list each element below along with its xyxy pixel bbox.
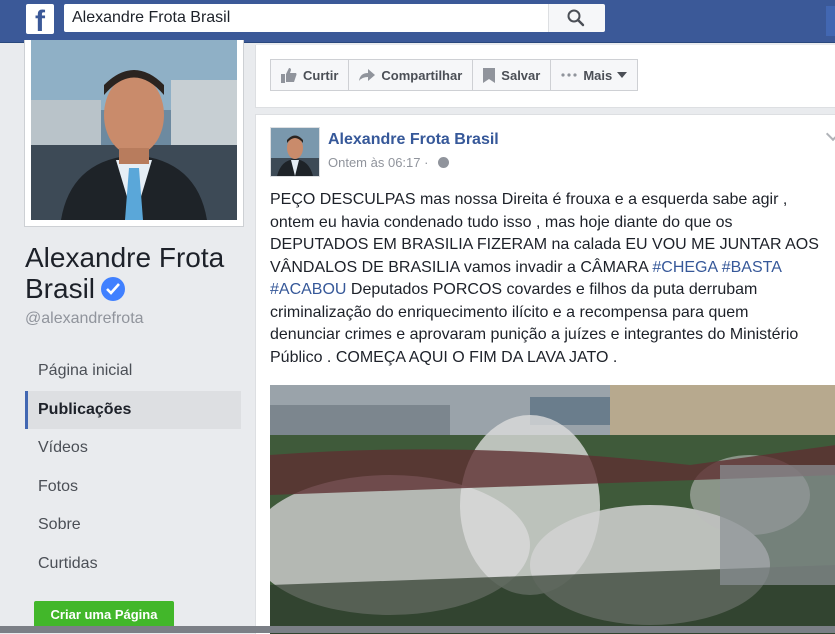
post-author-avatar[interactable] [270, 127, 320, 177]
hashtag-chega[interactable]: #CHEGA [652, 259, 717, 276]
nav-item-posts[interactable]: Publicações [25, 390, 241, 430]
more-button[interactable]: Mais [550, 59, 639, 91]
nav-item-about[interactable]: Sobre [25, 506, 241, 545]
profile-picture-frame [24, 40, 244, 227]
share-label: Compartilhar [381, 67, 463, 83]
hashtag-basta[interactable]: #BASTA [722, 259, 781, 276]
save-button[interactable]: Salvar [472, 59, 552, 91]
post-author-name[interactable]: Alexandre Frota Brasil [328, 131, 499, 149]
more-label: Mais [583, 67, 613, 83]
page-title: Alexandre Frota Brasil [25, 242, 225, 304]
search-field[interactable]: Alexandre Frota Brasil [64, 4, 548, 32]
facebook-logo-icon[interactable]: f [26, 4, 54, 34]
like-button[interactable]: Curtir [270, 59, 350, 91]
globe-icon[interactable] [438, 157, 450, 168]
profile-picture[interactable] [31, 40, 237, 220]
nav-item-photos[interactable]: Fotos [25, 468, 241, 507]
nav-item-videos[interactable]: Vídeos [25, 429, 241, 468]
search-input[interactable]: Alexandre Frota Brasil [72, 8, 230, 28]
post-timestamp[interactable]: Ontem às 06:17 [328, 155, 421, 170]
topbar-edge [826, 6, 835, 36]
post-meta: Ontem às 06:17 · [328, 155, 450, 170]
bookmark-icon [483, 67, 496, 83]
nav-item-home[interactable]: Página inicial [25, 352, 241, 391]
post-options-chevron-icon[interactable] [825, 126, 835, 142]
save-label: Salvar [501, 67, 541, 83]
post-card: Alexandre Frota Brasil Ontem às 06:17 · … [255, 114, 835, 634]
page-handle[interactable]: @alexandrefrota [25, 310, 144, 328]
meta-separator: · [424, 155, 429, 170]
search-icon [567, 9, 585, 27]
page-actions-card: Curtir Compartilhar Salvar Mais [255, 45, 835, 108]
nav-item-likes[interactable]: Curtidas [25, 545, 241, 584]
caret-down-icon [617, 72, 628, 78]
page-navigation: Página inicial Publicações Vídeos Fotos … [25, 352, 241, 584]
search-button[interactable] [548, 4, 605, 32]
page-actions: Curtir Compartilhar Salvar Mais [270, 59, 639, 91]
os-taskbar [0, 626, 835, 633]
top-navigation-bar: f Alexandre Frota Brasil [0, 0, 835, 43]
post-body: PEÇO DESCULPAS mas nossa Direita é froux… [270, 189, 820, 369]
more-dots-icon [561, 73, 577, 77]
verified-badge-icon [101, 277, 126, 301]
share-arrow-icon [359, 68, 376, 81]
post-text-part-2: Deputados PORCOS covardes e filhos da pu… [270, 281, 799, 366]
create-page-button[interactable]: Criar uma Página [34, 601, 174, 629]
like-label: Curtir [303, 67, 339, 83]
share-button[interactable]: Compartilhar [348, 59, 474, 91]
hashtag-acabou[interactable]: #ACABOU [270, 281, 346, 298]
thumbs-up-icon [281, 67, 297, 83]
post-photo[interactable] [270, 385, 835, 634]
